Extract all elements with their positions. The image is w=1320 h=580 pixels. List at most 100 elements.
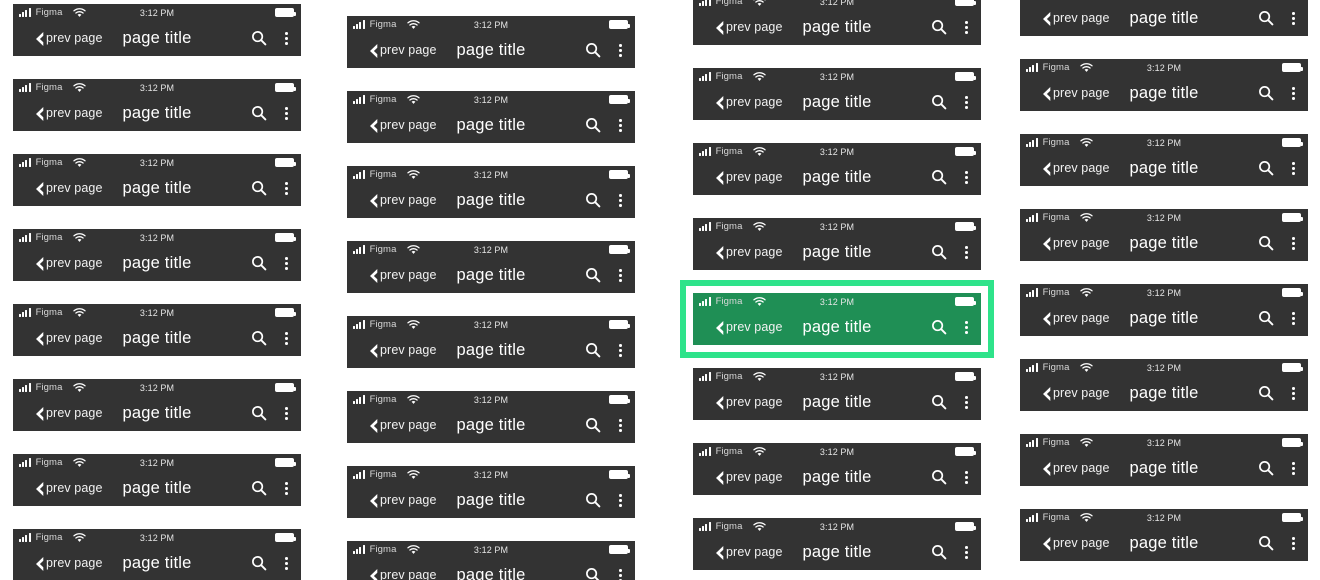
search-button[interactable]: [931, 169, 947, 185]
back-button[interactable]: prev page: [34, 181, 103, 197]
mobile-app-bar[interactable]: Figma 3:12 PM prev page page title: [693, 368, 981, 420]
overflow-menu-button[interactable]: [961, 394, 972, 412]
overflow-menu-button[interactable]: [961, 169, 972, 187]
overflow-menu-button[interactable]: [961, 544, 972, 562]
back-button[interactable]: prev page: [368, 568, 437, 580]
mobile-app-bar[interactable]: Figma 3:12 PM prev page page title: [1020, 359, 1308, 411]
overflow-menu-button[interactable]: [281, 330, 292, 348]
search-button[interactable]: [1258, 385, 1274, 401]
search-button[interactable]: [1258, 310, 1274, 326]
overflow-menu-button[interactable]: [1288, 160, 1299, 178]
mobile-app-bar[interactable]: Figma 3:12 PM prev page page title: [347, 16, 635, 68]
back-button[interactable]: prev page: [368, 193, 437, 209]
search-button[interactable]: [931, 319, 947, 335]
overflow-menu-button[interactable]: [961, 319, 972, 337]
mobile-app-bar[interactable]: Figma 3:12 PM prev page page title: [347, 391, 635, 443]
overflow-menu-button[interactable]: [281, 405, 292, 423]
mobile-app-bar[interactable]: Figma 3:12 PM prev page page title: [13, 229, 301, 281]
search-button[interactable]: [251, 105, 267, 121]
back-button[interactable]: prev page: [368, 268, 437, 284]
search-button[interactable]: [931, 94, 947, 110]
overflow-menu-button[interactable]: [281, 105, 292, 123]
mobile-app-bar[interactable]: Figma 3:12 PM prev page page title: [13, 379, 301, 431]
mobile-app-bar-selected[interactable]: Figma 3:12 PM prev page page title: [693, 293, 981, 345]
search-button[interactable]: [1258, 85, 1274, 101]
overflow-menu-button[interactable]: [281, 480, 292, 498]
back-button[interactable]: prev page: [1041, 236, 1110, 252]
mobile-app-bar[interactable]: Figma 3:12 PM prev page page title: [13, 304, 301, 356]
overflow-menu-button[interactable]: [281, 255, 292, 273]
overflow-menu-button[interactable]: [1288, 385, 1299, 403]
back-button[interactable]: prev page: [1041, 461, 1110, 477]
overflow-menu-button[interactable]: [615, 492, 626, 510]
back-button[interactable]: prev page: [714, 95, 783, 111]
search-button[interactable]: [1258, 535, 1274, 551]
search-button[interactable]: [931, 244, 947, 260]
back-button[interactable]: prev page: [714, 320, 783, 336]
overflow-menu-button[interactable]: [615, 42, 626, 60]
search-button[interactable]: [1258, 10, 1274, 26]
search-button[interactable]: [1258, 460, 1274, 476]
overflow-menu-button[interactable]: [961, 94, 972, 112]
search-button[interactable]: [251, 30, 267, 46]
mobile-app-bar[interactable]: Figma 3:12 PM prev page page title: [1020, 59, 1308, 111]
overflow-menu-button[interactable]: [281, 30, 292, 48]
back-button[interactable]: prev page: [368, 343, 437, 359]
mobile-app-bar[interactable]: Figma 3:12 PM prev page page title: [693, 68, 981, 120]
overflow-menu-button[interactable]: [615, 567, 626, 580]
back-button[interactable]: prev page: [1041, 311, 1110, 327]
mobile-app-bar[interactable]: Figma 3:12 PM prev page page title: [1020, 509, 1308, 561]
search-button[interactable]: [931, 544, 947, 560]
back-button[interactable]: prev page: [1041, 536, 1110, 552]
back-button[interactable]: prev page: [714, 545, 783, 561]
back-button[interactable]: prev page: [714, 20, 783, 36]
mobile-app-bar[interactable]: Figma 3:12 PM prev page page title: [693, 143, 981, 195]
overflow-menu-button[interactable]: [615, 342, 626, 360]
search-button[interactable]: [251, 555, 267, 571]
overflow-menu-button[interactable]: [615, 417, 626, 435]
overflow-menu-button[interactable]: [281, 180, 292, 198]
back-button[interactable]: prev page: [368, 418, 437, 434]
mobile-app-bar[interactable]: Figma 3:12 PM prev page page title: [693, 0, 981, 45]
search-button[interactable]: [585, 117, 601, 133]
back-button[interactable]: prev page: [34, 406, 103, 422]
overflow-menu-button[interactable]: [281, 555, 292, 573]
back-button[interactable]: prev page: [1041, 86, 1110, 102]
back-button[interactable]: prev page: [34, 256, 103, 272]
mobile-app-bar[interactable]: Figma 3:12 PM prev page page title: [13, 79, 301, 131]
mobile-app-bar[interactable]: Figma 3:12 PM prev page page title: [13, 4, 301, 56]
back-button[interactable]: prev page: [1041, 11, 1110, 27]
mobile-app-bar[interactable]: Figma 3:12 PM prev page page title: [347, 541, 635, 580]
back-button[interactable]: prev page: [34, 31, 103, 47]
search-button[interactable]: [931, 394, 947, 410]
search-button[interactable]: [1258, 160, 1274, 176]
mobile-app-bar[interactable]: Figma 3:12 PM prev page page title: [347, 166, 635, 218]
mobile-app-bar[interactable]: Figma 3:12 PM prev page page title: [693, 218, 981, 270]
overflow-menu-button[interactable]: [961, 19, 972, 37]
overflow-menu-button[interactable]: [1288, 535, 1299, 553]
overflow-menu-button[interactable]: [615, 192, 626, 210]
overflow-menu-button[interactable]: [1288, 85, 1299, 103]
back-button[interactable]: prev page: [1041, 161, 1110, 177]
search-button[interactable]: [585, 267, 601, 283]
mobile-app-bar[interactable]: Figma 3:12 PM prev page page title: [347, 91, 635, 143]
selection-ring[interactable]: Figma 3:12 PM prev page page title: [680, 280, 994, 358]
back-button[interactable]: prev page: [714, 170, 783, 186]
mobile-app-bar[interactable]: Figma 3:12 PM prev page page title: [693, 443, 981, 495]
overflow-menu-button[interactable]: [1288, 235, 1299, 253]
back-button[interactable]: prev page: [34, 106, 103, 122]
search-button[interactable]: [585, 417, 601, 433]
overflow-menu-button[interactable]: [1288, 310, 1299, 328]
back-button[interactable]: prev page: [714, 245, 783, 261]
mobile-app-bar[interactable]: Figma 3:12 PM prev page page title: [347, 241, 635, 293]
search-button[interactable]: [931, 469, 947, 485]
search-button[interactable]: [585, 42, 601, 58]
search-button[interactable]: [931, 19, 947, 35]
mobile-app-bar[interactable]: Figma 3:12 PM prev page page title: [347, 466, 635, 518]
mobile-app-bar[interactable]: Figma 3:12 PM prev page page title: [1020, 134, 1308, 186]
search-button[interactable]: [251, 180, 267, 196]
mobile-app-bar[interactable]: Figma 3:12 PM prev page page title: [1020, 209, 1308, 261]
back-button[interactable]: prev page: [1041, 386, 1110, 402]
back-button[interactable]: prev page: [368, 43, 437, 59]
back-button[interactable]: prev page: [368, 118, 437, 134]
